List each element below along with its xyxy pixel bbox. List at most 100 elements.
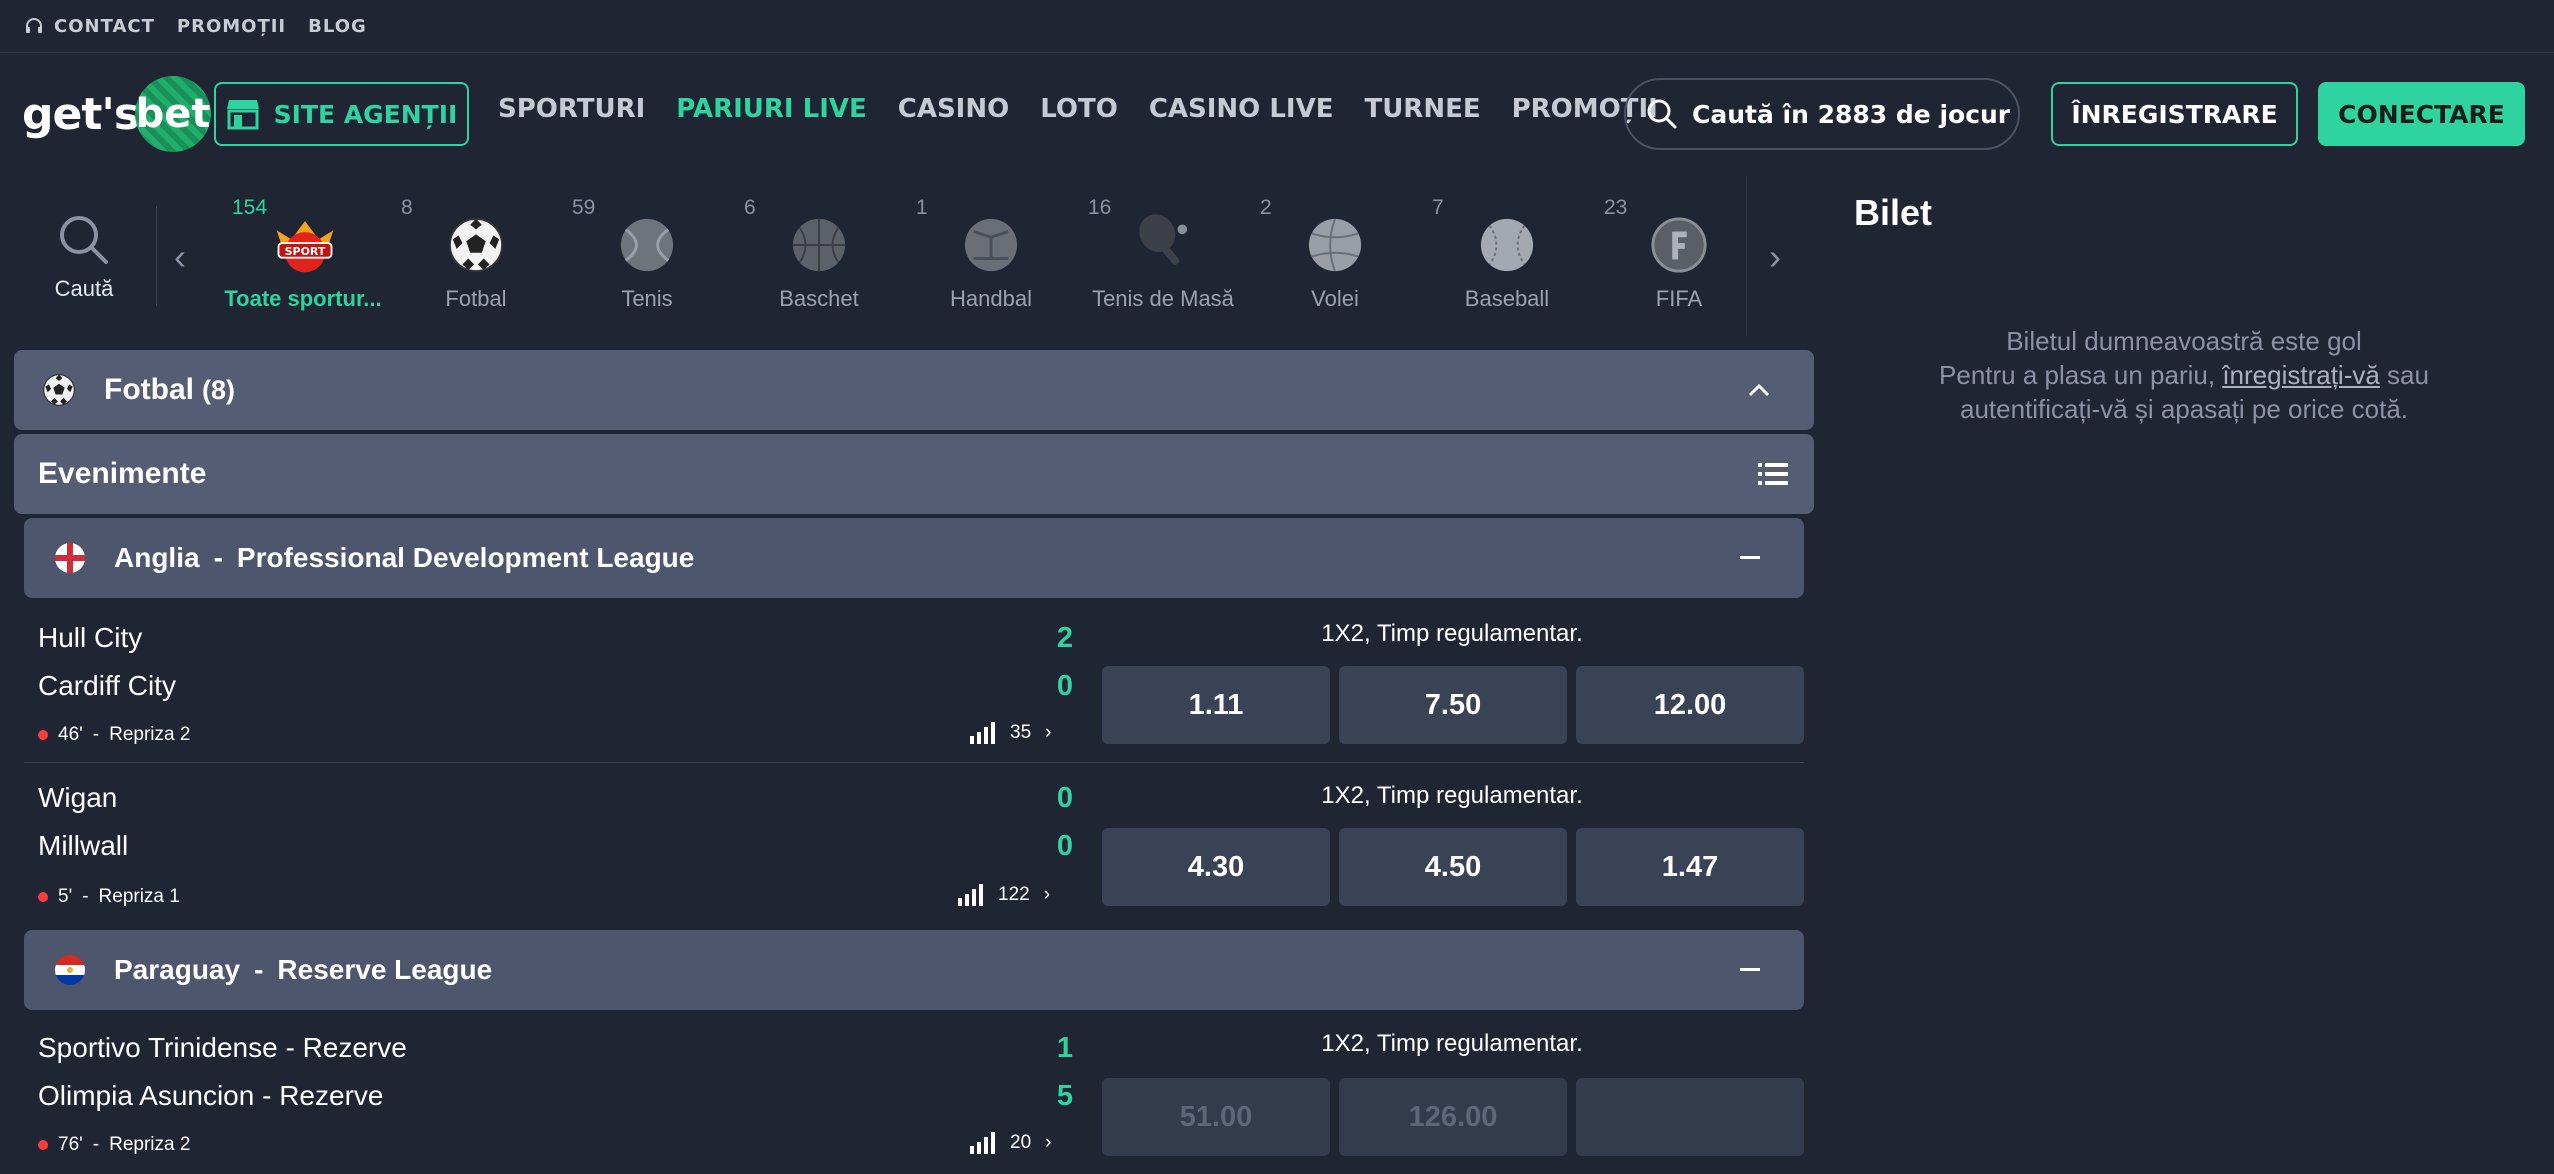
league-separator: -: [254, 954, 264, 985]
home-team[interactable]: Sportivo Trinidense - Rezerve: [38, 1032, 407, 1064]
all-sports-badge-text: SPORT: [285, 245, 326, 258]
sport-fifa[interactable]: 23 FIFA: [1594, 196, 1764, 316]
nav-pariuri-live[interactable]: PARIURI LIVE: [676, 94, 866, 124]
sport-count: 7: [1432, 196, 1444, 219]
time-separator: -: [92, 1134, 100, 1155]
odd-x[interactable]: 7.50: [1339, 666, 1567, 744]
away-score: 0: [1056, 670, 1074, 702]
event-row: Wigan Millwall 0 0 5' - Repriza 1 122 › …: [24, 766, 1804, 926]
chevron-left-icon[interactable]: ‹: [174, 236, 186, 278]
home-score: 2: [1056, 622, 1074, 654]
stats-bars-icon: [970, 1132, 995, 1154]
register-button[interactable]: ÎNREGISTRARE: [2051, 82, 2298, 146]
away-score: 0: [1056, 830, 1074, 862]
sports-carousel: Caută ‹ 154 SPORT Toate sportur... 8 Fot…: [0, 176, 1814, 336]
nav-casino[interactable]: CASINO: [898, 94, 1009, 124]
markets-link[interactable]: 122 ›: [958, 884, 1050, 906]
sport-tenis[interactable]: 59 Tenis: [562, 196, 732, 316]
baseball-icon: [1480, 218, 1534, 272]
sport-volei[interactable]: 2 Volei: [1250, 196, 1420, 316]
betslip-line2: Pentru a plasa un pariu, înregistrați-vă…: [1854, 358, 2514, 392]
match-period: Repriza 1: [98, 886, 180, 907]
odd-1[interactable]: 4.30: [1102, 828, 1330, 906]
football-icon: [448, 217, 504, 273]
carousel-search[interactable]: Caută: [36, 212, 132, 302]
fifa-icon: [1651, 217, 1707, 273]
tennis-ball-icon: [620, 218, 674, 272]
match-minute: 5': [58, 886, 73, 907]
site-agents-label: SITE AGENȚII: [273, 99, 458, 129]
chevron-right-icon: ›: [1045, 1132, 1052, 1153]
match-minute: 76': [58, 1134, 83, 1155]
search-icon: [1647, 99, 1677, 129]
away-team[interactable]: Cardiff City: [38, 670, 176, 702]
sport-handbal[interactable]: 1 Handbal: [906, 196, 1076, 316]
sport-name: FIFA: [1655, 286, 1703, 311]
league-separator: -: [213, 542, 223, 573]
table-tennis-icon: [1139, 214, 1188, 265]
volleyball-icon: [1308, 218, 1362, 272]
search-icon: [60, 216, 108, 264]
sport-baschet[interactable]: 6 Baschet: [734, 196, 904, 316]
chevron-up-icon[interactable]: [1748, 383, 1770, 397]
event-row: Hull City Cardiff City 2 0 46' - Repriza…: [24, 604, 1804, 763]
home-team[interactable]: Wigan: [38, 782, 117, 814]
odd-x: 126.00: [1339, 1078, 1567, 1156]
login-button[interactable]: CONECTARE: [2318, 82, 2525, 146]
markets-count: 20: [1010, 1132, 1032, 1153]
sport-all[interactable]: 154 SPORT Toate sportur...: [218, 196, 388, 316]
match-time: 76' - Repriza 2: [38, 1134, 190, 1156]
odd-2[interactable]: 12.00: [1576, 666, 1804, 744]
contact-link[interactable]: CONTACT: [24, 16, 155, 37]
sport-name: Handbal: [950, 286, 1032, 311]
away-team[interactable]: Olimpia Asuncion - Rezerve: [38, 1080, 383, 1112]
league-country: Anglia: [114, 542, 200, 573]
betslip-title: Bilet: [1854, 192, 1933, 233]
chevron-right-icon[interactable]: ›: [1769, 236, 1781, 278]
logo-text: get's: [22, 88, 140, 140]
match-period: Repriza 2: [109, 724, 191, 745]
odd-x[interactable]: 4.50: [1339, 828, 1567, 906]
main-header: get's bet SITE AGENȚII SPORTURI PARIURI …: [0, 54, 2554, 174]
nav-loto[interactable]: LOTO: [1040, 94, 1118, 124]
site-agents-button[interactable]: SITE AGENȚII: [214, 82, 469, 146]
collapse-minus-icon[interactable]: [1740, 556, 1760, 559]
site-logo[interactable]: get's bet: [22, 74, 212, 154]
home-team[interactable]: Hull City: [38, 622, 142, 654]
sport-count: 8: [401, 196, 413, 219]
league-header-anglia[interactable]: Anglia - Professional Development League: [24, 518, 1804, 598]
sport-section-header[interactable]: Fotbal (8): [14, 350, 1814, 430]
basketball-icon: [792, 218, 846, 272]
chevron-right-icon: ›: [1045, 722, 1052, 743]
away-team[interactable]: Millwall: [38, 830, 128, 862]
league-header-paraguay[interactable]: Paraguay - Reserve League: [24, 930, 1804, 1010]
blog-link[interactable]: BLOG: [308, 16, 367, 37]
list-view-icon[interactable]: [1758, 462, 1788, 486]
paraguay-flag-icon: [55, 955, 85, 985]
events-title: Evenimente: [38, 457, 207, 490]
market-label: 1X2, Timp regulamentar.: [1321, 1030, 1583, 1057]
sport-count: 1: [916, 196, 928, 219]
markets-link[interactable]: 20 ›: [970, 1132, 1051, 1154]
collapse-minus-icon[interactable]: [1740, 968, 1760, 971]
betslip-line2-pre: Pentru a plasa un pariu,: [1939, 360, 2223, 390]
game-search[interactable]: [1624, 78, 2020, 150]
odd-1[interactable]: 1.11: [1102, 666, 1330, 744]
carousel-divider: [156, 206, 157, 306]
register-link[interactable]: înregistrați-vă: [2222, 360, 2380, 390]
sport-tenis-de-masa[interactable]: 16 Tenis de Masă: [1078, 196, 1248, 316]
sport-fotbal[interactable]: 8 Fotbal: [391, 196, 561, 316]
live-dot-icon: [38, 730, 48, 740]
odd-2[interactable]: 1.47: [1576, 828, 1804, 906]
markets-link[interactable]: 35 ›: [970, 722, 1051, 744]
live-dot-icon: [38, 892, 48, 902]
promotions-link[interactable]: PROMOȚII: [177, 16, 286, 37]
odd-1: 51.00: [1102, 1078, 1330, 1156]
search-input[interactable]: [1692, 99, 2012, 129]
nav-sporturi[interactable]: SPORTURI: [498, 94, 645, 124]
sport-baseball[interactable]: 7 Baseball: [1422, 196, 1592, 316]
sport-count: 16: [1088, 196, 1112, 219]
nav-turnee[interactable]: TURNEE: [1364, 94, 1480, 124]
nav-casino-live[interactable]: CASINO LIVE: [1149, 94, 1334, 124]
row-divider: [24, 762, 1804, 763]
